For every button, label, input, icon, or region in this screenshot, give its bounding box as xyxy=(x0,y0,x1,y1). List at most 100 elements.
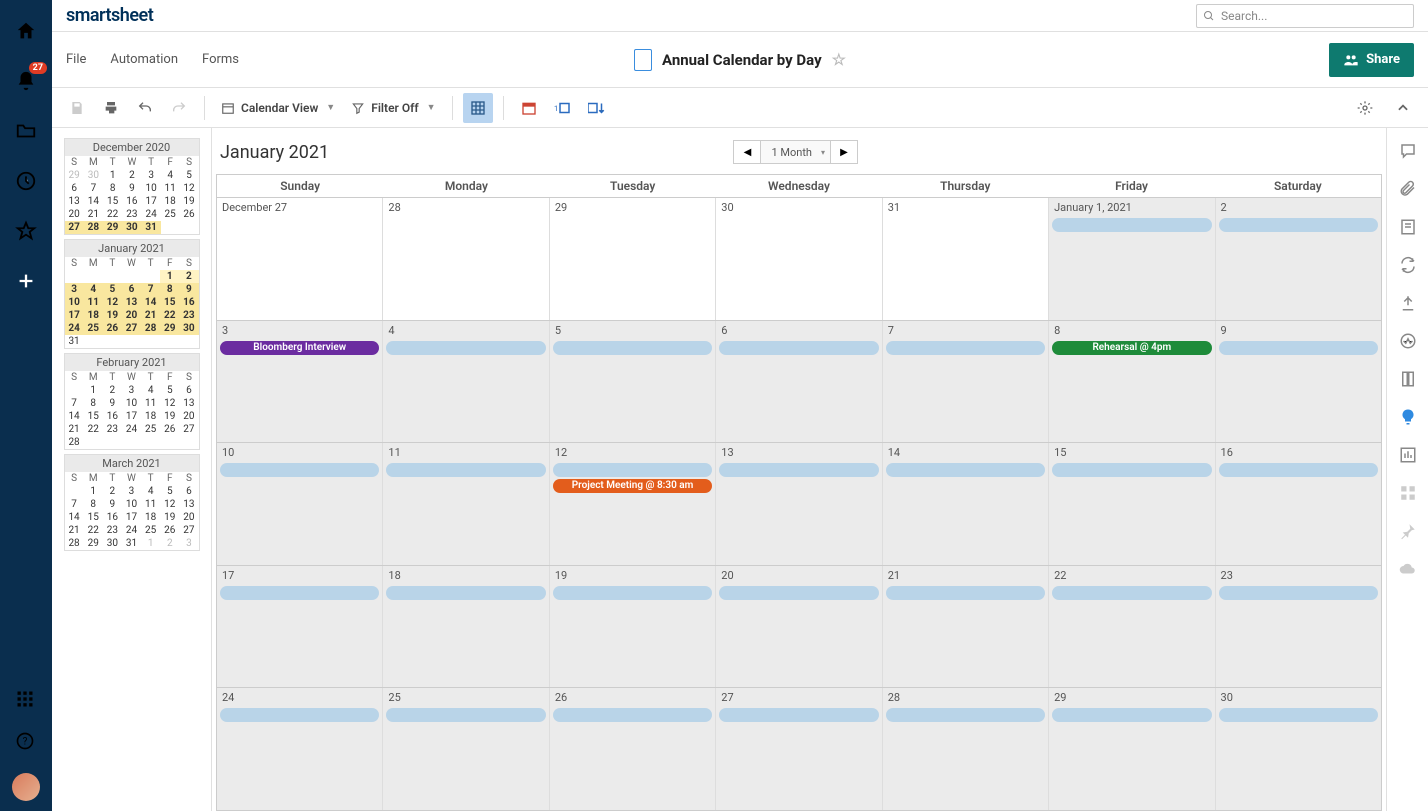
mini-cal-day[interactable]: 11 xyxy=(141,498,160,511)
mini-cal-day[interactable]: 14 xyxy=(84,195,103,208)
mini-cal-day[interactable]: 9 xyxy=(103,498,122,511)
mini-cal-day[interactable]: 4 xyxy=(141,485,160,498)
favorite-star-icon[interactable]: ☆ xyxy=(832,50,846,69)
mini-cal-day[interactable]: 6 xyxy=(122,283,141,296)
calendar-day-cell[interactable]: 26 xyxy=(550,688,716,810)
mini-cal-day[interactable] xyxy=(141,335,160,348)
empty-event-bar[interactable] xyxy=(1052,218,1211,232)
empty-event-bar[interactable] xyxy=(719,341,878,355)
attachments-icon[interactable] xyxy=(1399,180,1417,198)
mini-cal-day[interactable]: 18 xyxy=(141,511,160,524)
mini-cal-day[interactable]: 23 xyxy=(103,524,122,537)
mini-cal-day[interactable]: 4 xyxy=(161,169,180,182)
mini-cal-day[interactable]: 23 xyxy=(122,208,141,221)
mini-cal-day[interactable]: 20 xyxy=(65,208,84,221)
mini-cal-day[interactable] xyxy=(179,436,198,449)
mini-cal-day[interactable]: 25 xyxy=(141,524,160,537)
empty-event-bar[interactable] xyxy=(1052,463,1211,477)
mini-cal-day[interactable]: 27 xyxy=(179,423,198,436)
calendar-day-cell[interactable]: 13 xyxy=(716,443,882,565)
calendar-day-cell[interactable]: December 27 xyxy=(217,198,383,320)
mini-cal-day[interactable]: 14 xyxy=(65,511,84,524)
activity-log-icon[interactable] xyxy=(1399,332,1417,350)
mini-cal-day[interactable]: 5 xyxy=(160,485,179,498)
mini-cal-day[interactable]: 12 xyxy=(103,296,122,309)
mini-cal-day[interactable]: 11 xyxy=(141,397,160,410)
mini-cal-day[interactable]: 24 xyxy=(122,524,141,537)
mini-cal-day[interactable]: 16 xyxy=(103,410,122,423)
mini-cal-day[interactable]: 25 xyxy=(161,208,180,221)
event-bar[interactable]: Rehearsal @ 4pm xyxy=(1052,341,1211,355)
mini-cal-day[interactable]: 15 xyxy=(84,511,103,524)
calendar-day-cell[interactable]: 3Bloomberg Interview xyxy=(217,321,383,443)
empty-event-bar[interactable] xyxy=(220,463,379,477)
mini-cal-day[interactable]: 28 xyxy=(84,221,103,234)
mini-cal-day[interactable]: 14 xyxy=(65,410,84,423)
empty-event-bar[interactable] xyxy=(386,341,545,355)
mini-cal-day[interactable]: 2 xyxy=(122,169,141,182)
mini-cal-day[interactable]: 9 xyxy=(179,283,198,296)
next-month-button[interactable]: ▶ xyxy=(830,140,858,164)
mini-cal-day[interactable]: 19 xyxy=(160,511,179,524)
mini-cal-day[interactable] xyxy=(84,335,103,348)
empty-event-bar[interactable] xyxy=(886,708,1045,722)
mini-cal-day[interactable] xyxy=(141,270,160,283)
mini-cal-day[interactable]: 13 xyxy=(179,498,198,511)
mini-cal-day[interactable]: 15 xyxy=(103,195,122,208)
calendar-day-cell[interactable]: 29 xyxy=(550,198,716,320)
mini-cal-day[interactable]: 7 xyxy=(65,397,84,410)
mini-cal-day[interactable]: 24 xyxy=(65,322,84,335)
calendar-day-cell[interactable]: 20 xyxy=(716,566,882,688)
calendar-day-cell[interactable]: 24 xyxy=(217,688,383,810)
launcher-icon[interactable] xyxy=(15,689,37,711)
empty-event-bar[interactable] xyxy=(553,586,712,600)
mini-cal-day[interactable]: 20 xyxy=(122,309,141,322)
mini-cal-day[interactable]: 25 xyxy=(84,322,103,335)
calendar-day-cell[interactable]: 9 xyxy=(1216,321,1381,443)
mini-cal-day[interactable] xyxy=(84,270,103,283)
event-bar[interactable]: Project Meeting @ 8:30 am xyxy=(553,479,712,493)
mini-cal-day[interactable]: 15 xyxy=(160,296,179,309)
calendar-day-cell[interactable]: 28 xyxy=(883,688,1049,810)
mini-cal-day[interactable] xyxy=(160,335,179,348)
mini-cal-day[interactable]: 6 xyxy=(65,182,84,195)
mini-cal-day[interactable]: 1 xyxy=(160,270,179,283)
calendar-day-cell[interactable]: 30 xyxy=(716,198,882,320)
mini-cal-day[interactable] xyxy=(180,221,199,234)
mini-cal-day[interactable]: 17 xyxy=(142,195,161,208)
mini-cal-day[interactable]: 14 xyxy=(141,296,160,309)
mini-cal-day[interactable]: 4 xyxy=(84,283,103,296)
mini-cal-day[interactable]: 2 xyxy=(103,384,122,397)
empty-event-bar[interactable] xyxy=(386,586,545,600)
mini-cal-day[interactable]: 27 xyxy=(179,524,198,537)
empty-event-bar[interactable] xyxy=(1219,586,1378,600)
mini-cal-day[interactable] xyxy=(65,485,84,498)
menu-forms[interactable]: Forms xyxy=(202,52,239,67)
empty-event-bar[interactable] xyxy=(220,586,379,600)
calendar-day-cell[interactable]: 23 xyxy=(1216,566,1381,688)
mini-cal-day[interactable] xyxy=(179,335,198,348)
mini-cal-day[interactable]: 29 xyxy=(65,169,84,182)
mini-cal-day[interactable]: 1 xyxy=(84,384,103,397)
mini-cal-day[interactable]: 21 xyxy=(84,208,103,221)
publish-icon[interactable] xyxy=(1399,294,1417,312)
mini-cal-day[interactable]: 21 xyxy=(65,423,84,436)
mini-cal-day[interactable]: 18 xyxy=(161,195,180,208)
grid-display-icon[interactable] xyxy=(463,93,493,123)
mini-cal-day[interactable]: 26 xyxy=(103,322,122,335)
calendar-day-cell[interactable]: 14 xyxy=(883,443,1049,565)
filter-toggle[interactable]: Filter Off ▼ xyxy=(345,101,441,115)
add-icon[interactable] xyxy=(15,270,37,292)
mini-cal-day[interactable]: 13 xyxy=(65,195,84,208)
mini-cal-day[interactable]: 28 xyxy=(141,322,160,335)
mini-cal-day[interactable]: 21 xyxy=(141,309,160,322)
mini-cal-day[interactable]: 17 xyxy=(122,410,141,423)
empty-event-bar[interactable] xyxy=(886,463,1045,477)
mini-cal-day[interactable]: 13 xyxy=(179,397,198,410)
mini-cal-day[interactable]: 15 xyxy=(84,410,103,423)
mini-cal-day[interactable]: 7 xyxy=(84,182,103,195)
mini-cal-day[interactable]: 7 xyxy=(141,283,160,296)
mini-cal-day[interactable]: 2 xyxy=(160,537,179,550)
calendar-day-cell[interactable]: 19 xyxy=(550,566,716,688)
calendar-day-cell[interactable]: 11 xyxy=(383,443,549,565)
